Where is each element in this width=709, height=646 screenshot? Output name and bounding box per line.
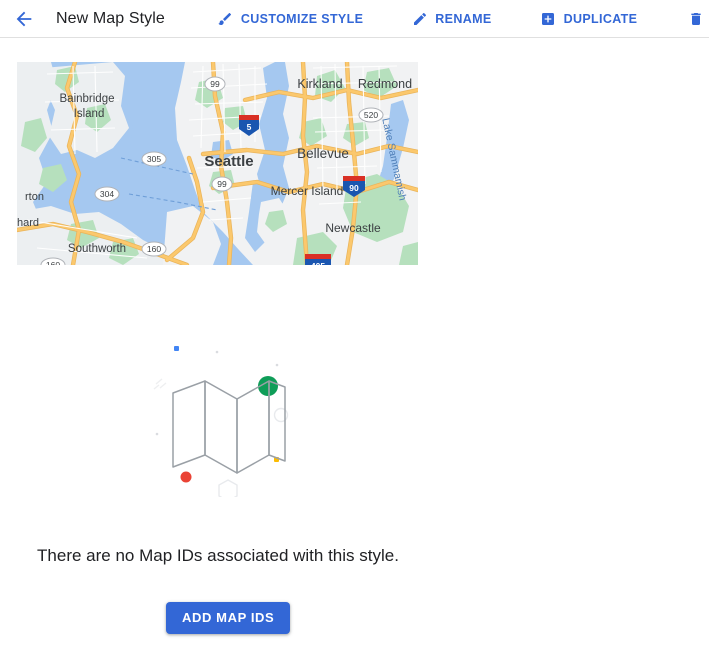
empty-state-illustration (148, 337, 308, 502)
svg-text:hard: hard (17, 217, 39, 229)
folded-map-icon (153, 346, 289, 502)
svg-text:Redmond: Redmond (358, 77, 412, 91)
page-title: New Map Style (56, 9, 165, 27)
svg-text:99: 99 (210, 79, 220, 89)
pencil-icon (411, 10, 428, 27)
svg-text:Seattle: Seattle (204, 153, 253, 170)
svg-text:Mercer Island: Mercer Island (271, 184, 344, 198)
svg-text:5: 5 (247, 122, 252, 132)
brush-icon (217, 10, 234, 27)
blue-square-dot (174, 346, 179, 351)
sparkle-lines (153, 378, 167, 390)
svg-text:160: 160 (147, 244, 161, 254)
gray-dot-small-2 (275, 363, 279, 367)
customize-style-label: CUSTOMIZE STYLE (240, 11, 364, 26)
app-header: New Map Style CUSTOMIZE STYLE RENAME DUP… (0, 0, 709, 38)
svg-text:Bainbridge: Bainbridge (60, 93, 115, 105)
empty-state-message: There are no Map IDs associated with thi… (37, 546, 399, 565)
svg-text:90: 90 (349, 183, 359, 193)
svg-text:Bellevue: Bellevue (297, 146, 349, 161)
svg-text:Kirkland: Kirkland (297, 77, 342, 91)
red-circle-dot (180, 471, 192, 483)
back-button[interactable] (10, 5, 38, 33)
gray-dot-small-3 (155, 432, 159, 436)
map-preview-image: Bainbridge Island Seattle Kirkland Redmo… (17, 62, 418, 265)
gray-dot-small (215, 350, 219, 354)
svg-text:305: 305 (147, 154, 161, 164)
rename-button[interactable]: RENAME (401, 6, 501, 31)
duplicate-button[interactable]: DUPLICATE (530, 6, 648, 31)
rename-label: RENAME (435, 11, 492, 26)
svg-text:405: 405 (311, 261, 325, 265)
customize-style-button[interactable]: CUSTOMIZE STYLE (207, 6, 373, 31)
trash-icon (687, 10, 704, 27)
svg-text:rton: rton (25, 191, 44, 203)
delete-button[interactable]: DELETE (677, 6, 709, 31)
header-actions: CUSTOMIZE STYLE RENAME DUPLICATE (207, 6, 709, 31)
svg-text:99: 99 (217, 179, 227, 189)
svg-text:304: 304 (100, 189, 114, 199)
svg-text:520: 520 (364, 110, 378, 120)
add-box-icon (540, 10, 557, 27)
map-preview-thumbnail[interactable]: Bainbridge Island Seattle Kirkland Redmo… (17, 62, 418, 265)
add-map-ids-button[interactable]: ADD MAP IDS (166, 602, 291, 634)
svg-text:Newcastle: Newcastle (325, 221, 381, 235)
svg-text:Southworth: Southworth (68, 243, 126, 255)
arrow-back-icon (16, 11, 32, 26)
svg-text:Island: Island (74, 108, 105, 120)
svg-text:160: 160 (46, 260, 60, 265)
duplicate-label: DUPLICATE (563, 11, 638, 26)
outline-hexagon (218, 479, 238, 502)
